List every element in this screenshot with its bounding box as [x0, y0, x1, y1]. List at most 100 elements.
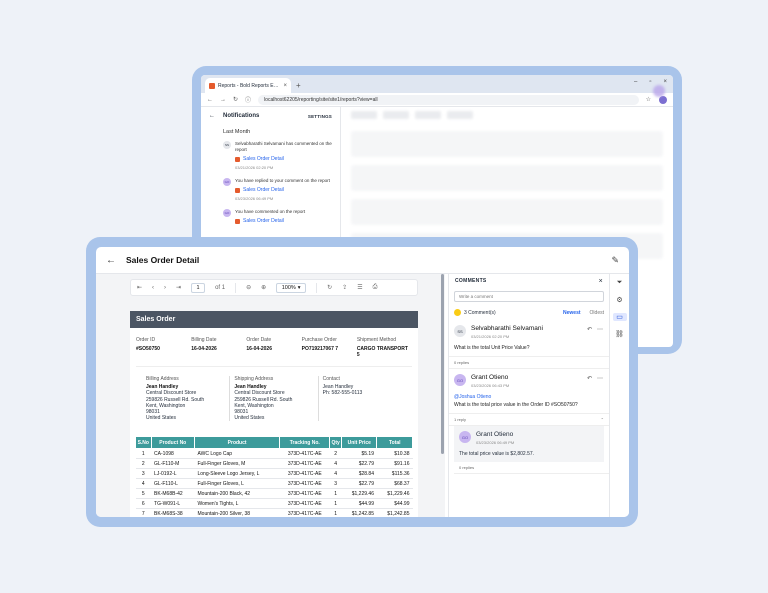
table-cell: 1: [135, 448, 152, 459]
table-row: 7 BK-M68S-38 Mountain-200 Silver, 38 373D-4…: [135, 508, 413, 517]
back-arrow-icon[interactable]: ←: [106, 255, 116, 266]
comment-count: 3 Comment(s): [464, 309, 496, 316]
more-icon[interactable]: ⋯: [597, 326, 603, 333]
report-page: Sales Order Order ID #SO50750 Billing Dat…: [130, 311, 418, 517]
notification-report-link[interactable]: Sales Order Detail: [235, 187, 330, 193]
edit-icon[interactable]: ✎: [611, 255, 619, 266]
replies-toggle[interactable]: 1 reply ⌃: [449, 414, 609, 426]
sales-order-banner: Sales Order: [130, 311, 418, 328]
bookmark-star-icon[interactable]: ☆: [646, 96, 651, 104]
notification-date: 03/23/2026 06:49 PM: [235, 196, 274, 201]
notification-avatar: GO: [223, 178, 231, 186]
browser-tab[interactable]: Reports - Bold Reports Enterp ×: [205, 78, 291, 93]
comment-item: ↶ ⋯ GO Grant Otieno 03/23/2026 06:43 PM …: [449, 369, 609, 414]
vertical-scrollbar[interactable]: [441, 274, 444, 454]
table-row: 6 TG-W091-L Women's Tights, L 373D-417C-AE 1…: [135, 498, 413, 509]
export-icon[interactable]: ⇪: [342, 284, 347, 291]
settings-icon[interactable]: ⚙: [616, 296, 622, 304]
notification-item[interactable]: GO You have commented on the report Sale…: [223, 209, 332, 224]
table-cell: BK-M68B-42: [151, 488, 195, 499]
maximize-button[interactable]: ▫: [649, 79, 651, 85]
report-icon: [235, 156, 240, 162]
avatar: GO: [454, 374, 466, 386]
comment-input[interactable]: Write a comment: [454, 291, 604, 302]
table-cell: $22.79: [341, 458, 377, 469]
notification-text: You have replied to your comment on the …: [235, 178, 330, 183]
table-cell: 4: [329, 468, 342, 479]
reload-icon[interactable]: ↻: [233, 96, 238, 103]
forward-icon[interactable]: →: [220, 97, 226, 103]
back-icon[interactable]: ←: [207, 97, 213, 103]
info-icon[interactable]: ⓘ: [245, 95, 251, 104]
viewer-header: ← Sales Order Detail ✎: [96, 247, 629, 274]
table-cell: 1: [329, 508, 342, 517]
separator: [316, 282, 318, 293]
link-icon[interactable]: ⛓: [615, 330, 624, 338]
table-cell: LJ-0192-L: [151, 468, 195, 479]
parameters-icon[interactable]: ☰: [357, 284, 362, 291]
new-tab-button[interactable]: +: [296, 79, 301, 93]
report-title: Sales Order Detail: [126, 255, 200, 265]
zoom-select[interactable]: 100% ▾: [276, 282, 307, 293]
sort-newest-button[interactable]: Newest: [563, 310, 581, 316]
report-viewer-window: ← Sales Order Detail ✎ ⇤ ‹ › ⇥ 1 of 1 ⊖ …: [96, 247, 629, 517]
table-cell: 3: [329, 478, 342, 489]
table-cell: 6: [135, 498, 152, 509]
chevron-down-icon: ▾: [297, 284, 301, 291]
reply-icon[interactable]: ↶: [587, 375, 592, 382]
last-page-icon[interactable]: ⇥: [176, 284, 181, 291]
notification-item[interactable]: SS Selvabharathi Selvamani has commented…: [223, 141, 332, 170]
replies-toggle[interactable]: 0 replies: [454, 462, 609, 474]
tab-close-icon[interactable]: ×: [283, 83, 287, 89]
reply-body: The total price value is $2,802.57.: [459, 451, 535, 457]
report-viewer: ⇤ ‹ › ⇥ 1 of 1 ⊖ ⊕ 100% ▾ ↻ ⇪ ☰ ⎙ Sales O…: [96, 274, 445, 517]
previous-page-icon[interactable]: ‹: [152, 285, 154, 291]
chevron-up-icon[interactable]: ⌃: [601, 417, 604, 422]
back-arrow-icon[interactable]: ←: [209, 113, 215, 119]
close-icon[interactable]: ×: [599, 278, 603, 285]
table-cell: $1,242.85: [341, 508, 377, 517]
table-cell: 4: [329, 458, 342, 469]
print-icon[interactable]: ⎙: [373, 284, 378, 291]
mention-tag[interactable]: @Joshua Otieno: [454, 394, 604, 400]
blurred-row: [351, 165, 663, 191]
reply-item: GO Grant Otieno 03/23/2026 06:49 PM The …: [454, 426, 604, 462]
reply-icon[interactable]: ↶: [587, 326, 592, 333]
zoom-out-icon[interactable]: ⊖: [246, 284, 251, 291]
page-count: of 1: [215, 284, 226, 291]
comments-icon[interactable]: ▭: [612, 313, 627, 321]
zoom-in-icon[interactable]: ⊕: [261, 284, 266, 291]
settings-link[interactable]: SETTINGS: [308, 114, 332, 119]
blurred-row: [351, 131, 663, 157]
replies-toggle[interactable]: 0 replies: [449, 357, 609, 369]
refresh-icon[interactable]: ↻: [327, 284, 332, 291]
more-icon[interactable]: ⋯: [597, 375, 603, 382]
comment-author: Grant Otieno: [471, 374, 509, 381]
notification-text: You have commented on the report: [235, 209, 306, 214]
table-cell: 3: [135, 468, 152, 479]
notification-item[interactable]: GO You have replied to your comment on t…: [223, 178, 332, 201]
minimize-button[interactable]: –: [634, 79, 637, 85]
page-number-input[interactable]: 1: [191, 282, 206, 293]
notification-report-link[interactable]: Sales Order Detail: [235, 156, 332, 162]
comment-actions: ↶ ⋯: [587, 375, 603, 382]
sort-oldest-button[interactable]: Oldest: [590, 310, 604, 316]
order-meta: Order ID #SO50750 Billing Date 16-04-2026 …: [136, 337, 408, 358]
table-cell: 1: [329, 488, 342, 499]
table-cell: Women's Tights, L: [194, 498, 280, 509]
shipping-address: Shipping Address Jean Handley Central Di…: [230, 376, 319, 422]
next-page-icon[interactable]: ›: [164, 285, 166, 291]
filter-icon[interactable]: ⏷: [617, 279, 623, 287]
notification-report-link[interactable]: Sales Order Detail: [235, 218, 305, 224]
address-bar: ← → ↻ ⓘ localhost62205/reporting/site/si…: [201, 93, 673, 107]
table-cell: 4: [135, 478, 152, 489]
warning-icon: [454, 309, 461, 316]
url-field[interactable]: localhost62205/reporting/site/site1/repo…: [258, 94, 639, 105]
billing-address: Billing Address Jean Handley Central Dis…: [142, 376, 231, 422]
table-cell: 7: [135, 508, 152, 517]
table-cell: Long-Sleeve Logo Jersey, L: [194, 468, 280, 479]
close-window-button[interactable]: ×: [663, 79, 667, 85]
table-cell: $5.19: [341, 448, 377, 459]
first-page-icon[interactable]: ⇤: [137, 284, 142, 291]
table-header-row: S.No Product No Product Tracking No. Qty Unit…: [135, 436, 413, 449]
